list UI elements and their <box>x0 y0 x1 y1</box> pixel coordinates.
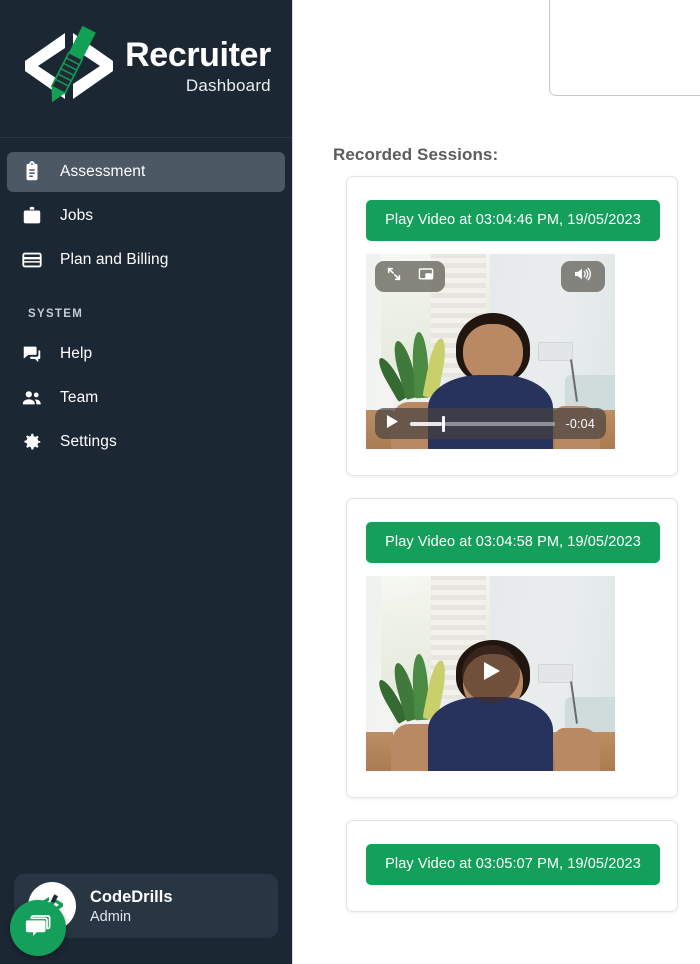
sidebar-item-jobs[interactable]: Jobs <box>7 196 285 236</box>
video-player[interactable] <box>366 576 615 771</box>
sidebar-item-settings[interactable]: Settings <box>7 422 285 462</box>
profile-role: Admin <box>90 908 132 925</box>
video-player[interactable]: -0:04 <box>366 254 615 449</box>
volume-high-icon <box>573 266 593 287</box>
chat-support-button[interactable] <box>10 900 66 956</box>
video-play-overlay-button[interactable] <box>461 644 520 703</box>
page-title: Recorded Sessions: <box>333 145 499 164</box>
progress-knob[interactable] <box>441 415 445 432</box>
sidebar-section-label: SYSTEM <box>28 308 84 320</box>
play-video-button[interactable]: Play Video at 03:05:07 PM, 19/05/2023 <box>366 844 660 885</box>
main-content: Recorded Sessions: Play Video at 03:04:4… <box>292 0 700 964</box>
chat-bubbles-icon <box>23 911 53 946</box>
briefcase-icon <box>21 205 43 227</box>
sidebar-item-team[interactable]: Team <box>7 378 285 418</box>
video-top-left-controls <box>375 261 445 292</box>
sidebar-item-label: Settings <box>60 433 117 450</box>
brand-title: Recruiter <box>125 35 271 74</box>
recorded-sessions-list: Play Video at 03:04:46 PM, 19/05/2023 -0… <box>346 176 678 934</box>
picture-in-picture-icon[interactable] <box>418 266 434 287</box>
sidebar-item-assessment[interactable]: Assessment <box>7 152 285 192</box>
video-playback-bar: -0:04 <box>375 408 606 439</box>
sidebar-item-label: Team <box>60 389 99 406</box>
play-icon[interactable] <box>386 414 399 434</box>
credit-card-icon <box>21 249 43 271</box>
video-progress-slider[interactable] <box>410 415 555 432</box>
sidebar: Recruiter Dashboard Assessment Jobs Plan… <box>0 0 292 964</box>
progress-fill <box>410 421 442 426</box>
session-card: Play Video at 03:04:46 PM, 19/05/2023 -0… <box>346 176 678 476</box>
sidebar-item-plan-and-billing[interactable]: Plan and Billing <box>7 240 285 280</box>
app-root: Recruiter Dashboard Assessment Jobs Plan… <box>0 0 700 964</box>
top-detail-panel <box>549 0 700 96</box>
sidebar-item-label: Help <box>60 345 93 362</box>
gear-icon <box>21 431 43 453</box>
brand-subtitle: Dashboard <box>185 75 271 95</box>
video-time-remaining: -0:04 <box>565 416 595 431</box>
sidebar-nav: Assessment Jobs Plan and Billing SYSTEM … <box>0 138 292 466</box>
sidebar-item-label: Assessment <box>60 163 146 180</box>
fullscreen-expand-icon[interactable] <box>386 266 402 287</box>
session-card: Play Video at 03:04:58 PM, 19/05/2023 <box>346 498 678 798</box>
video-volume-control[interactable] <box>561 261 605 292</box>
play-video-button[interactable]: Play Video at 03:04:58 PM, 19/05/2023 <box>366 522 660 563</box>
session-card: Play Video at 03:05:07 PM, 19/05/2023 <box>346 820 678 912</box>
code-brackets-pencil-logo-icon <box>21 19 117 113</box>
people-icon <box>21 387 43 409</box>
play-icon <box>480 659 502 688</box>
play-video-button[interactable]: Play Video at 03:04:46 PM, 19/05/2023 <box>366 200 660 241</box>
sidebar-item-help[interactable]: Help <box>7 334 285 374</box>
sidebar-item-label: Jobs <box>60 207 94 224</box>
chat-help-icon <box>21 343 43 365</box>
clipboard-icon <box>21 161 43 183</box>
brand-logo[interactable]: Recruiter Dashboard <box>0 0 292 138</box>
sidebar-item-label: Plan and Billing <box>60 251 169 268</box>
profile-name: CodeDrills <box>90 887 173 906</box>
